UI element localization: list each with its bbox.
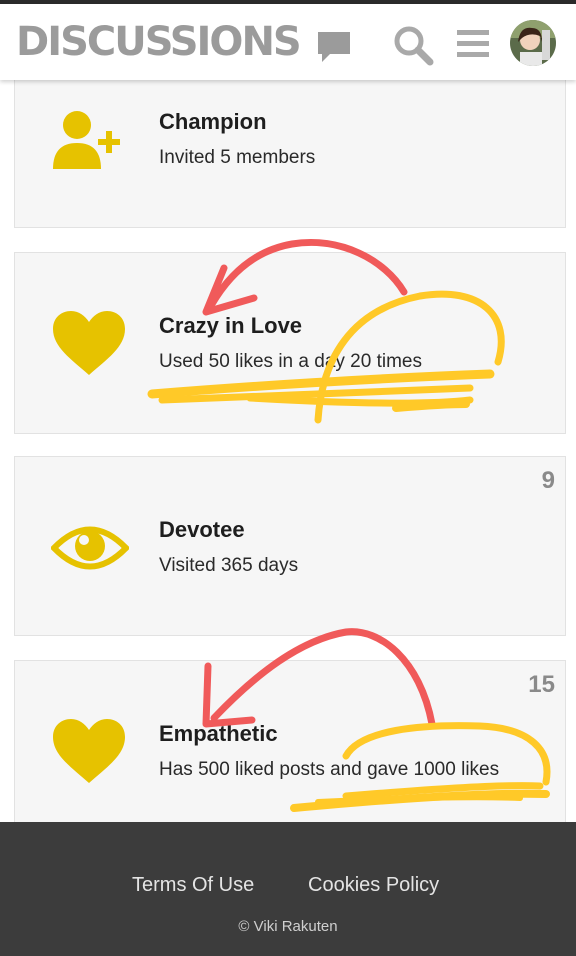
copyright-text: © Viki Rakuten xyxy=(238,918,338,935)
badge-title: Empathetic xyxy=(159,721,278,746)
discussions-logo[interactable]: DISCUSSIONS xyxy=(16,20,302,64)
badge-count: 15 xyxy=(528,671,555,698)
eye-icon xyxy=(51,526,129,570)
badge-card-empathetic[interactable]: Empathetic Has 500 liked posts and gave … xyxy=(14,660,566,840)
terms-of-use-link[interactable]: Terms Of Use xyxy=(132,874,254,897)
cookies-policy-link[interactable]: Cookies Policy xyxy=(308,874,439,897)
badge-description: Visited 365 days xyxy=(159,555,299,576)
hamburger-menu-icon[interactable] xyxy=(455,28,491,60)
add-user-icon xyxy=(53,111,120,169)
badge-card-devotee[interactable]: Devotee Visited 365 days 9 xyxy=(14,456,566,636)
user-avatar[interactable] xyxy=(510,20,556,66)
badge-count: 9 xyxy=(541,467,555,494)
badge-description: Used 50 likes in a day 20 times xyxy=(159,351,422,372)
badge-title: Devotee xyxy=(159,517,245,542)
chat-bubble-icon xyxy=(318,32,350,62)
badge-card-crazy-in-love[interactable]: Crazy in Love Used 50 likes in a day 20 … xyxy=(14,252,566,434)
badge-title: Crazy in Love xyxy=(159,313,303,338)
search-icon[interactable] xyxy=(392,24,434,66)
heart-icon xyxy=(53,719,125,783)
badge-card-champion[interactable]: Champion Invited 5 members xyxy=(14,70,566,228)
badge-title: Champion xyxy=(159,109,267,134)
site-footer: Terms Of Use Cookies Policy © Viki Rakut… xyxy=(0,822,576,956)
site-header: DISCUSSIONS xyxy=(0,4,576,80)
heart-icon xyxy=(53,311,125,375)
badge-description: Invited 5 members xyxy=(159,147,316,168)
badge-description: Has 500 liked posts and gave 1000 likes xyxy=(159,759,500,780)
